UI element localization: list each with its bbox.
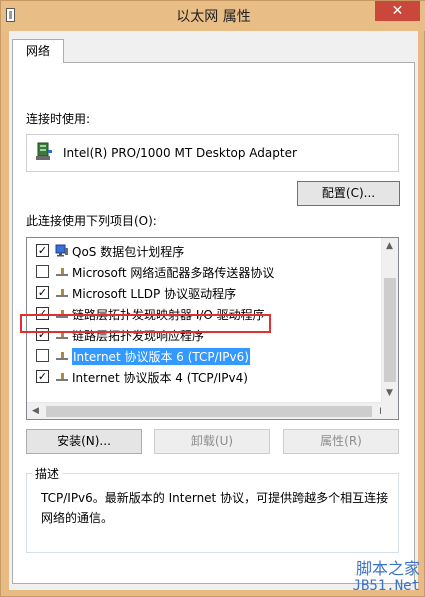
watermark-line1: 脚本之家 — [355, 559, 420, 578]
items-section-label: 此连接使用下列项目(O): — [26, 214, 157, 228]
adapter-name: Intel(R) PRO/1000 MT Desktop Adapter — [63, 146, 297, 160]
scroll-left-icon[interactable]: ◀ — [32, 406, 39, 416]
item-label: Internet 协议版本 6 (TCP/IPv6) — [72, 348, 250, 365]
configure-button[interactable]: 配置(C)... — [297, 181, 400, 206]
site-watermark: 脚本之家 JB51.Net — [352, 559, 420, 595]
connect-using-label: 连接时使用: — [26, 112, 91, 126]
protocol-icon — [56, 289, 68, 297]
protocol-icon — [56, 373, 68, 381]
item-label: Microsoft 网络适配器多路传送器协议 — [72, 266, 275, 280]
vertical-scrollbar[interactable]: ▲ ▼ — [381, 238, 398, 402]
properties-window: 以太网 属性 ✕ 网络 连接时使用: Intel(R) PRO/1000 MT … — [0, 0, 425, 597]
item-label: Internet 协议版本 4 (TCP/IPv4) — [72, 371, 248, 385]
client-area: 网络 连接时使用: Intel(R) PRO/1000 MT Desktop A… — [9, 31, 418, 590]
adapter-field: Intel(R) PRO/1000 MT Desktop Adapter — [26, 134, 399, 172]
close-button[interactable]: ✕ — [375, 1, 420, 21]
description-text: TCP/IPv6。最新版本的 Internet 协议，可提供跨越多个相互连接网络… — [41, 491, 389, 525]
install-button[interactable]: 安装(N)... — [26, 429, 142, 454]
item-label: Microsoft LLDP 协议驱动程序 — [72, 287, 237, 301]
properties-button[interactable]: 属性(R) — [283, 429, 399, 454]
protocol-icon — [56, 268, 68, 276]
description-title: 描述 — [32, 465, 63, 482]
description-group: 描述 TCP/IPv6。最新版本的 Internet 协议，可提供跨越多个相互连… — [26, 465, 399, 553]
protocol-icon — [56, 352, 68, 360]
vertical-scroll-thumb[interactable] — [384, 278, 396, 382]
list-item[interactable]: Microsoft 网络适配器多路传送器协议 — [27, 261, 379, 282]
network-adapter-icon — [36, 142, 52, 160]
checkbox-checked[interactable]: ✓ — [36, 370, 49, 383]
scroll-down-icon[interactable]: ▼ — [386, 388, 393, 398]
list-item[interactable]: ✓ Internet 协议版本 4 (TCP/IPv4) — [27, 366, 379, 387]
scroll-up-icon[interactable]: ▲ — [386, 241, 393, 251]
list-item[interactable]: ✓ QoS 数据包计划程序 — [27, 240, 379, 261]
list-item-selected[interactable]: Internet 协议版本 6 (TCP/IPv6) — [27, 345, 379, 366]
qos-icon — [55, 244, 68, 257]
item-label: QoS 数据包计划程序 — [72, 245, 185, 259]
scrollbar-corner — [381, 402, 398, 419]
checkbox-unchecked[interactable] — [36, 349, 49, 362]
watermark-line2: JB51.Net — [352, 578, 420, 594]
uninstall-button[interactable]: 卸载(U) — [154, 429, 270, 454]
tab-network[interactable]: 网络 — [12, 39, 64, 63]
checkbox-checked[interactable]: ✓ — [36, 286, 49, 299]
window-title: 以太网 属性 — [176, 9, 251, 25]
title-bar[interactable]: 以太网 属性 ✕ — [1, 1, 425, 31]
checkbox-checked[interactable]: ✓ — [36, 244, 49, 257]
horizontal-scroll-thumb[interactable] — [46, 406, 372, 417]
horizontal-scrollbar[interactable]: ◀ ▶ — [27, 402, 398, 419]
annotation-highlight-box — [20, 314, 271, 333]
checkbox-unchecked[interactable] — [36, 265, 49, 278]
list-item[interactable]: ✓ Microsoft LLDP 协议驱动程序 — [27, 282, 379, 303]
